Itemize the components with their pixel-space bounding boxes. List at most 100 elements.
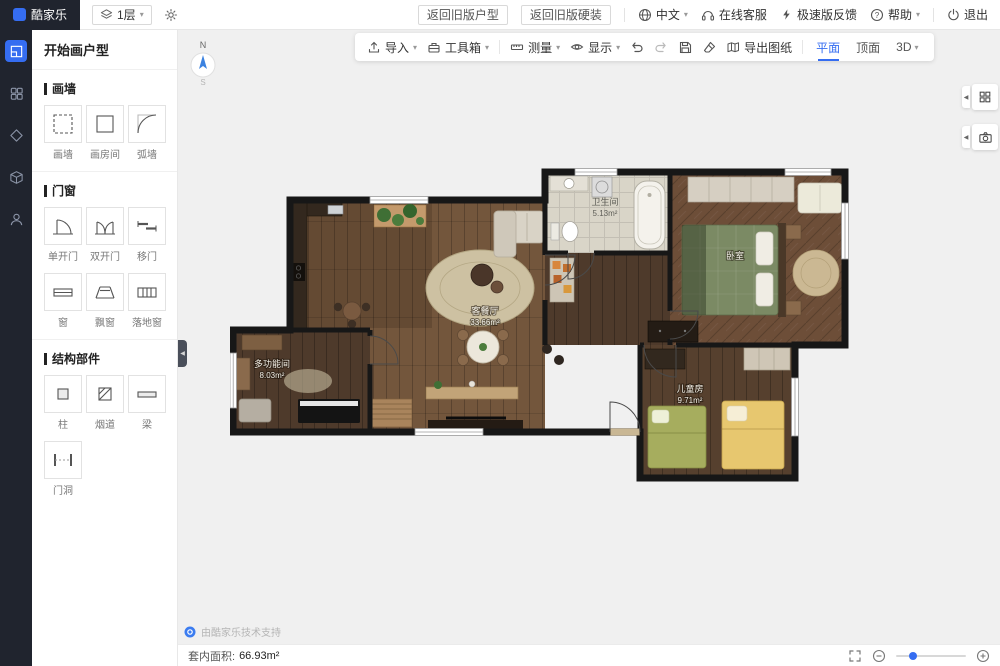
eraser-button[interactable] — [702, 40, 716, 54]
camera-icon — [978, 130, 993, 145]
toolbox-icon — [427, 40, 441, 54]
tab-plan[interactable]: 平面 — [813, 33, 843, 61]
entry-steps[interactable] — [372, 399, 412, 427]
save-button[interactable] — [678, 40, 692, 54]
tool-window[interactable]: 窗 — [44, 273, 82, 329]
left-panel: 开始画户型 画墙 画墙 画房间 弧墙 门窗 — [32, 30, 178, 666]
online-service-button[interactable]: 在线客服 — [701, 6, 767, 23]
apps-grid-icon — [9, 86, 24, 101]
sidebar-item-materials[interactable] — [5, 124, 27, 146]
chevron-down-icon: ▾ — [616, 43, 620, 52]
arc-wall-icon — [134, 111, 160, 137]
divider — [32, 69, 177, 70]
single-door-icon — [50, 213, 76, 239]
section-doors-windows: 门窗 单开门 双开门 移门 窗 — [44, 182, 165, 329]
question-icon: ? — [870, 8, 884, 22]
tool-draw-room[interactable]: 画房间 — [86, 105, 124, 161]
section-structure: 结构部件 柱 烟道 梁 门洞 — [44, 350, 165, 497]
zoom-slider[interactable] — [896, 655, 966, 657]
help-label: 帮助 — [888, 6, 912, 23]
components-panel-toggle[interactable]: ◀ — [962, 84, 998, 110]
tab-plan-label: 平面 — [816, 39, 840, 56]
user-icon — [9, 212, 24, 227]
help-button[interactable]: ? 帮助 ▾ — [870, 6, 920, 23]
collapse-arrow-icon: ◀ — [962, 86, 970, 108]
tool-arc-wall[interactable]: 弧墙 — [128, 105, 166, 161]
chevron-down-icon: ▾ — [140, 10, 144, 19]
panel-collapse-toggle[interactable]: ◀ — [178, 340, 187, 367]
plants[interactable] — [374, 204, 426, 227]
compass-south-label: S — [200, 78, 205, 86]
exit-button[interactable]: 退出 — [947, 6, 988, 23]
export-drawings-button[interactable]: 导出图纸 — [726, 39, 792, 56]
fit-view-icon[interactable] — [848, 649, 862, 663]
room-label: 儿童房 — [676, 383, 703, 394]
camera-panel-toggle[interactable]: ◀ — [962, 124, 998, 150]
display-button[interactable]: 显示 ▾ — [570, 39, 620, 56]
zoom-out-button[interactable] — [872, 649, 886, 663]
back-old-floorplan-button[interactable]: 返回旧版户型 — [418, 5, 508, 25]
tab-ceiling[interactable]: 顶面 — [853, 33, 883, 61]
svg-text:?: ? — [875, 10, 880, 19]
sliding-door-icon — [134, 213, 160, 239]
tool-beam[interactable]: 梁 — [128, 375, 166, 431]
tool-sliding-door[interactable]: 移门 — [128, 207, 166, 263]
undo-icon — [630, 40, 644, 54]
floorplan[interactable]: 客餐厅 33.66m² 卧室 儿童房 9.71m² 多功能间 8.03m² 卫生… — [230, 163, 852, 498]
save-icon — [678, 40, 692, 54]
room-label: 多功能间 — [254, 358, 290, 369]
logo-text: 酷家乐 — [31, 6, 67, 23]
measure-button[interactable]: 测量 ▾ — [510, 39, 560, 56]
tool-single-door[interactable]: 单开门 — [44, 207, 82, 263]
tool-double-door[interactable]: 双开门 — [86, 207, 124, 263]
tool-draw-wall[interactable]: 画墙 — [44, 105, 82, 161]
settings-button[interactable] — [164, 8, 178, 22]
compass: N S — [188, 38, 218, 89]
undo-button[interactable] — [630, 40, 644, 54]
toolbox-button[interactable]: 工具箱 ▾ — [427, 39, 489, 56]
powered-by: 由酷家乐技术支持 — [184, 624, 281, 639]
tab-3d[interactable]: 3D ▾ — [893, 33, 921, 61]
zoom-controls — [848, 649, 990, 663]
interior-area-value: 66.93m² — [239, 650, 279, 662]
sidebar-item-models[interactable] — [5, 166, 27, 188]
bay-window-icon — [92, 279, 118, 305]
tool-door-opening[interactable]: 门洞 — [44, 441, 82, 497]
gear-icon — [164, 8, 178, 22]
room-area-label: 8.03m² — [260, 371, 285, 380]
sidebar-item-profile[interactable] — [5, 208, 27, 230]
chevron-down-icon: ▾ — [556, 43, 560, 52]
language-menu[interactable]: 中文 ▾ — [638, 6, 688, 23]
door-opening-icon — [50, 447, 76, 473]
feedback-label: 极速版反馈 — [797, 6, 857, 23]
back-old-hardfit-button[interactable]: 返回旧版硬装 — [521, 5, 611, 25]
tool-column[interactable]: 柱 — [44, 375, 82, 431]
import-button[interactable]: 导入 ▾ — [367, 39, 417, 56]
tool-floor-window[interactable]: 落地窗 — [128, 273, 166, 329]
room-area-label: 9.71m² — [678, 396, 703, 405]
sidebar-item-apps[interactable] — [5, 82, 27, 104]
collapse-arrow-icon: ◀ — [962, 126, 970, 148]
interior-area-label: 套内面积: — [188, 648, 235, 664]
zoom-in-button[interactable] — [976, 649, 990, 663]
redo-icon — [654, 40, 668, 54]
redo-button[interactable] — [654, 40, 668, 54]
draw-room-icon — [92, 111, 118, 137]
eraser-icon — [702, 40, 716, 54]
tool-flue[interactable]: 烟道 — [86, 375, 124, 431]
power-icon — [947, 8, 960, 21]
floor-selector[interactable]: 1层 ▾ — [92, 5, 152, 25]
zoom-slider-handle[interactable] — [909, 652, 917, 660]
exit-label: 退出 — [964, 6, 988, 23]
tool-bay-window[interactable]: 飘窗 — [86, 273, 124, 329]
chevron-down-icon: ▾ — [485, 43, 489, 52]
panel-title: 开始画户型 — [44, 40, 165, 59]
window-icon — [50, 279, 76, 305]
room-label: 客餐厅 — [471, 305, 498, 316]
divider — [624, 8, 625, 22]
chevron-down-icon: ▾ — [916, 10, 920, 19]
chevron-down-icon: ▾ — [413, 43, 417, 52]
sidebar-item-floorplan[interactable] — [5, 40, 27, 62]
room-area-label: 33.66m² — [470, 318, 500, 327]
feedback-button[interactable]: 极速版反馈 — [780, 6, 857, 23]
